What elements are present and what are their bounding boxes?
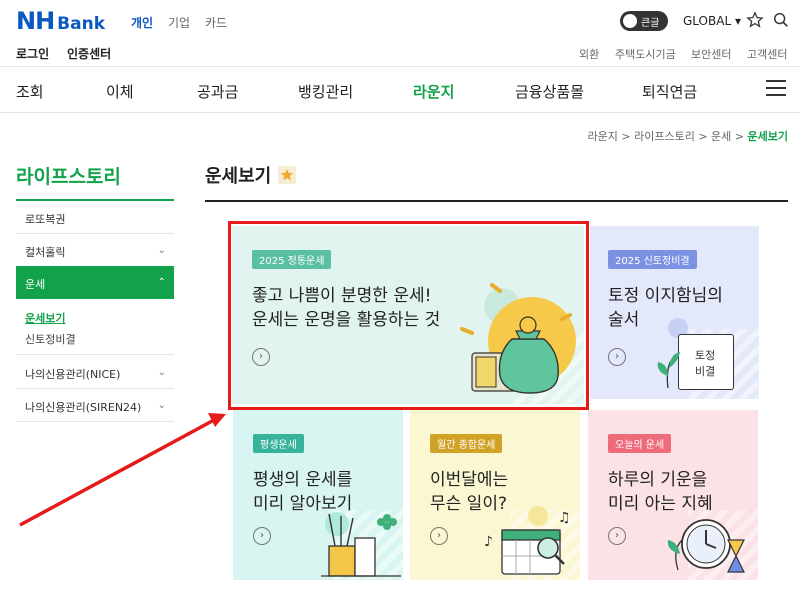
breadcrumb-current: 운세보기 (747, 130, 788, 143)
segment-business[interactable]: 기업 (168, 14, 190, 31)
arrow-circle-icon[interactable]: › (430, 527, 448, 545)
sidebar-item-label: 컬처홀릭 (25, 246, 66, 259)
sidebar-item-label: 운세 (25, 278, 46, 291)
segment-card[interactable]: 카드 (205, 14, 227, 31)
card-title: 이번달에는 무슨 일이? (430, 470, 509, 514)
chevron-down-icon: ⌄ (157, 367, 166, 378)
svg-text:♪: ♪ (484, 534, 493, 550)
util-link-security[interactable]: 보안센터 (691, 46, 731, 62)
util-link-fx[interactable]: 외환 (579, 46, 599, 62)
chevron-down-icon: ⌄ (157, 400, 166, 411)
highlight-box (228, 221, 589, 410)
svg-text:♫: ♫ (558, 510, 571, 526)
sidebar-subitem-fortune-view[interactable]: 운세보기 (25, 310, 65, 326)
arrow-circle-icon[interactable]: › (608, 348, 626, 366)
sidebar-title: 라이프스토리 (16, 166, 121, 188)
breadcrumb: 라운지 > 라이프스토리 > 운세 > 운세보기 (588, 128, 788, 144)
pencil-cup-icon (321, 513, 401, 577)
nav-item-transfer[interactable]: 이체 (106, 81, 134, 102)
chevron-down-icon: ⌄ (157, 245, 166, 256)
large-text-toggle[interactable]: 큰글 (620, 11, 668, 31)
nav-item-lounge[interactable]: 라운지 (413, 81, 454, 102)
login-link[interactable]: 로그인 (16, 45, 49, 62)
sidebar-item-credit-nice[interactable]: 나의신용관리(NICE) ⌄ (16, 356, 174, 389)
nav-item-utility-bill[interactable]: 공과금 (197, 81, 238, 102)
hamburger-menu-icon[interactable] (766, 80, 786, 98)
nh-bank-logo[interactable]: NH Bank (16, 7, 105, 35)
search-icon[interactable] (772, 11, 790, 29)
fortune-card-today[interactable]: 오늘의 운세 하루의 기운을 미리 아는 지혜 › (588, 410, 758, 580)
toggle-knob (623, 14, 637, 28)
leaf-icon (657, 352, 680, 389)
top-header: NH Bank 개인 기업 카드 큰글 GLOBAL ▾ (0, 0, 800, 42)
card-title: 하루의 기운을 미리 아는 지혜 (608, 470, 713, 514)
fortune-card-2025-tojeong[interactable]: 2025 신토정비결 토정 이지함님의 술서 › 토정 비결 (590, 226, 759, 399)
sidebar-item-fortune[interactable]: 운세 ⌃ (16, 266, 174, 299)
book-text-1: 토정 (695, 349, 716, 362)
favorite-star-icon[interactable] (278, 166, 296, 184)
chevron-up-icon: ⌃ (157, 277, 166, 288)
sidebar-item-credit-siren[interactable]: 나의신용관리(SIREN24) ⌄ (16, 389, 174, 422)
sidebar-item-label: 나의신용관리(NICE) (25, 368, 121, 381)
toggle-label: 큰글 (641, 18, 660, 29)
nav-item-inquiry[interactable]: 조회 (16, 81, 44, 102)
nav-item-banking-manage[interactable]: 뱅킹관리 (298, 81, 353, 102)
breadcrumb-path[interactable]: 라운지 > 라이프스토리 > 운세 > (588, 130, 748, 143)
page-title: 운세보기 (205, 166, 272, 187)
arrow-circle-icon[interactable]: › (253, 527, 271, 545)
nav-item-product-mall[interactable]: 금융상품몰 (515, 81, 584, 102)
card-badge: 평생운세 (253, 434, 304, 453)
util-link-customer[interactable]: 고객센터 (747, 46, 787, 62)
card-badge: 월간 종합운세 (430, 434, 503, 453)
global-menu[interactable]: GLOBAL ▾ (683, 14, 741, 28)
book-text-2: 비결 (695, 365, 716, 378)
title-divider (205, 200, 788, 202)
tojeong-book-icon: 토정 비결 (678, 334, 734, 390)
card-title: 토정 이지함님의 술서 (608, 286, 723, 330)
sub-header: 로그인 인증센터 외환 주택도시기금 보안센터 고객센터 (0, 42, 800, 66)
sidebar-item-label: 나의신용관리(SIREN24) (25, 401, 142, 414)
fortune-card-monthly[interactable]: 월간 종합운세 이번달에는 무슨 일이? › ♪ ♫ (410, 410, 580, 580)
calendar-magnifier-icon: ♪ ♫ (484, 510, 571, 575)
card-title: 평생의 운세를 미리 알아보기 (253, 470, 353, 514)
logo-nh: NH (16, 7, 55, 35)
card-badge: 오늘의 운세 (608, 434, 672, 453)
cert-center-link[interactable]: 인증센터 (67, 45, 111, 62)
nav-item-pension[interactable]: 퇴직연금 (642, 81, 697, 102)
sidebar-item-culture[interactable]: 컬처홀릭 ⌄ (16, 234, 174, 267)
star-icon[interactable] (746, 11, 764, 29)
util-link-housing-fund[interactable]: 주택도시기금 (615, 46, 676, 62)
main-nav: 조회 이체 공과금 뱅킹관리 라운지 금융상품몰 퇴직연금 (0, 66, 800, 113)
arrow-circle-icon[interactable]: › (608, 527, 626, 545)
segment-personal[interactable]: 개인 (131, 14, 153, 31)
sidebar-item-label: 로또복권 (25, 213, 66, 226)
sidebar-item-lotto[interactable]: 로또복권 (16, 201, 174, 234)
fortune-card-lifetime[interactable]: 평생운세 평생의 운세를 미리 알아보기 › (233, 410, 403, 580)
sidebar-subitem-tojeong[interactable]: 신토정비결 (25, 331, 76, 347)
card-badge: 2025 신토정비결 (608, 250, 697, 269)
clock-hourglass-icon (667, 519, 745, 573)
logo-bank: Bank (57, 14, 106, 34)
